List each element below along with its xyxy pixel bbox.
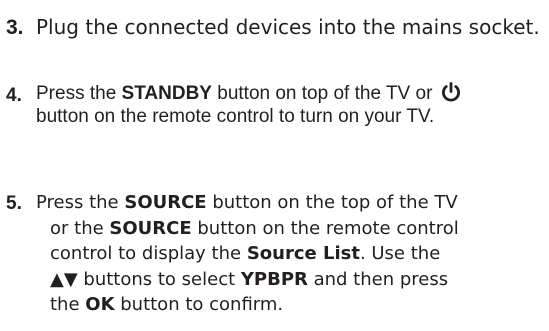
text-run: buttons to select [77,268,241,290]
text-run: or the [50,217,110,239]
standby-label: STANDBY [121,83,212,104]
text-run: control to display the [50,243,247,264]
text-run: . Use the [359,243,441,264]
text-run: button on the remote control [191,217,459,239]
source-label: SOURCE [109,217,192,239]
text-line: Press the SOURCE button on the top of th… [36,190,459,216]
text-run: Press the [36,192,125,213]
source-list-label: Source List [246,243,360,264]
step-number: 4. [6,85,22,106]
step-number: 5. [6,193,22,214]
text-line: the OK button to confirm. [36,292,459,318]
text-line: button on the remote control to turn on … [36,106,435,127]
text-line: Press the STANDBY button on top of the T… [36,82,462,105]
text-line: control to display the Source List. Use … [36,241,459,267]
step-text: Press the SOURCE button on the top of th… [36,190,459,318]
ok-label: OK [85,294,115,315]
text-run: Press the [36,83,122,104]
text-line: or the SOURCE button on the remote contr… [36,216,459,242]
ypbpr-label: YPBPR [240,268,308,290]
source-label: SOURCE [124,192,207,213]
step-number: 3. [6,16,24,39]
arrow-up-down-icon: ▲▼ [50,268,78,290]
step-text: Plug the connected devices into the main… [36,14,540,40]
text-run: and then press [307,268,449,290]
text-line: ▲▼ buttons to select YPBPR and then pres… [36,267,459,293]
step-text: Press the STANDBY button on top of the T… [36,82,462,128]
text-run: button on top of the TV or [211,83,438,104]
text-run: the [50,294,86,315]
text-run: button to confirm. [114,294,284,315]
text-run: button on the top of the TV [206,192,458,213]
text-line: Plug the connected devices into the main… [36,15,540,39]
power-icon [441,82,460,102]
